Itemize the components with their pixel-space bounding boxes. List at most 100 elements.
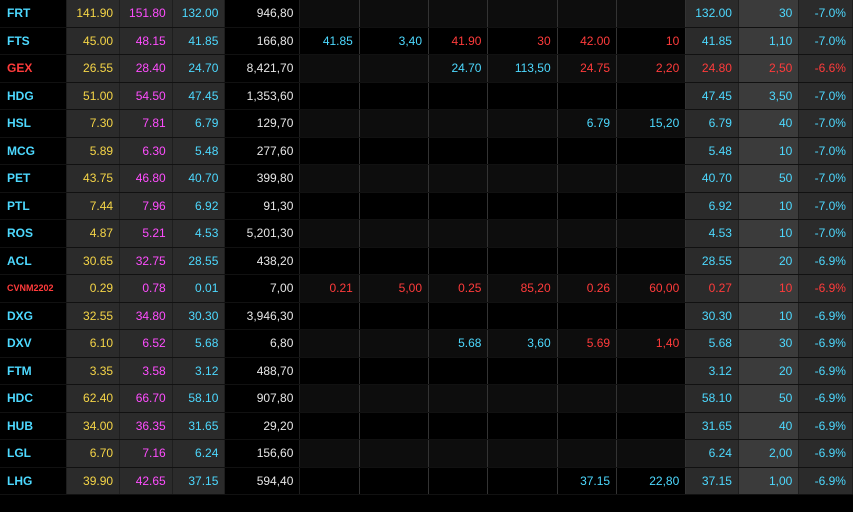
- match-price-cell: 5.48: [686, 137, 739, 164]
- ref-price-cell: 26.55: [67, 55, 121, 82]
- table-row[interactable]: ROS 4.87 5.21 4.53 5,201,30 4.53 10 -7.0%: [0, 220, 853, 248]
- bid2-price-cell: [429, 440, 489, 467]
- match-price-cell: 41.85: [686, 27, 739, 54]
- table-row[interactable]: DXG 32.55 34.80 30.30 3,946,30 30.30 10 -6.9%: [0, 302, 853, 330]
- symbol-cell[interactable]: PTL: [0, 192, 68, 219]
- bid1-price-cell: [557, 357, 618, 384]
- symbol-cell[interactable]: FTS: [0, 27, 68, 54]
- bid2-price-cell: [429, 412, 489, 439]
- table-row[interactable]: HUB 34.00 36.35 31.65 29,20 31.65 40 -6.9%: [0, 412, 853, 440]
- bid1-volume-cell: [617, 0, 687, 27]
- total-volume-cell: 3,946,30: [225, 302, 301, 329]
- match-volume-cell: 1,10: [738, 27, 800, 54]
- symbol-cell[interactable]: CVNM2202: [0, 275, 68, 302]
- table-row[interactable]: MCG 5.89 6.30 5.48 277,60 5.48 10 -7.0%: [0, 137, 853, 165]
- change-percent-cell: -6.9%: [799, 275, 853, 302]
- symbol-cell[interactable]: HDG: [0, 82, 68, 109]
- symbol-cell[interactable]: HSL: [0, 110, 68, 137]
- floor-price-cell: 37.15: [172, 467, 226, 494]
- match-volume-cell: 10: [738, 220, 800, 247]
- bid3-price-cell: [300, 357, 360, 384]
- table-row[interactable]: FTS 45.00 48.15 41.85 166,80 41.85 3,40 41.90 30…: [0, 27, 853, 55]
- ceiling-price-cell: 54.50: [120, 82, 173, 109]
- bid3-price-cell: [300, 412, 360, 439]
- symbol-cell[interactable]: PET: [0, 165, 68, 192]
- total-volume-cell: 594,40: [225, 467, 301, 494]
- symbol-cell[interactable]: GEX: [0, 55, 68, 82]
- bid1-volume-cell: [617, 385, 687, 412]
- bid2-volume-cell: [488, 110, 558, 137]
- bid3-price-cell: [300, 165, 360, 192]
- match-price-cell: 24.80: [686, 55, 739, 82]
- bid2-volume-cell: [488, 165, 558, 192]
- table-row[interactable]: HSL 7.30 7.81 6.79 129,70 6.79 15,20 6.79 40 -7.0…: [0, 110, 853, 138]
- table-row[interactable]: LGL 6.70 7.16 6.24 156,60 6.24 2,00 -6.9%: [0, 440, 853, 468]
- ceiling-price-cell: 0.78: [120, 275, 173, 302]
- bid1-price-cell: [557, 137, 618, 164]
- bid2-price-cell: [429, 82, 489, 109]
- table-row[interactable]: DXV 6.10 6.52 5.68 6,80 5.68 3,60 5.69 1,40 5.68 3…: [0, 330, 853, 358]
- floor-price-cell: 24.70: [172, 55, 226, 82]
- ref-price-cell: 45.00: [67, 27, 121, 54]
- change-percent-cell: -7.0%: [799, 137, 853, 164]
- bid2-price-cell: 24.70: [429, 55, 489, 82]
- ref-price-cell: 5.89: [67, 137, 121, 164]
- table-row[interactable]: FTM 3.35 3.58 3.12 488,70 3.12 20 -6.9%: [0, 357, 853, 385]
- match-price-cell: 47.45: [686, 82, 739, 109]
- bid1-volume-cell: [617, 357, 687, 384]
- symbol-cell[interactable]: LHG: [0, 467, 68, 494]
- table-row[interactable]: PTL 7.44 7.96 6.92 91,30 6.92 10 -7.0%: [0, 192, 853, 220]
- floor-price-cell: 41.85: [172, 27, 226, 54]
- table-row[interactable]: ACL 30.65 32.75 28.55 438,20 28.55 20 -6.9%: [0, 247, 853, 275]
- bid3-price-cell: [300, 0, 360, 27]
- symbol-cell[interactable]: DXG: [0, 302, 68, 329]
- ref-price-cell: 32.55: [67, 302, 121, 329]
- table-row[interactable]: PET 43.75 46.80 40.70 399,80 40.70 50 -7.0%: [0, 165, 853, 193]
- match-volume-cell: 10: [738, 275, 800, 302]
- change-percent-cell: -6.9%: [799, 357, 853, 384]
- table-row[interactable]: LHG 39.90 42.65 37.15 594,40 37.15 22,80 37.15 1…: [0, 467, 853, 495]
- symbol-cell[interactable]: MCG: [0, 137, 68, 164]
- bid1-price-cell: [557, 82, 618, 109]
- match-price-cell: 3.12: [686, 357, 739, 384]
- bid3-volume-cell: [359, 440, 430, 467]
- symbol-cell[interactable]: HDC: [0, 385, 68, 412]
- bid1-volume-cell: [617, 440, 687, 467]
- total-volume-cell: 946,80: [225, 0, 301, 27]
- symbol-cell[interactable]: FRT: [0, 0, 68, 27]
- ceiling-price-cell: 28.40: [120, 55, 173, 82]
- symbol-cell[interactable]: ROS: [0, 220, 68, 247]
- table-row[interactable]: FRT 141.90 151.80 132.00 946,80 132.00 30 -7.0%: [0, 0, 853, 28]
- match-price-cell: 37.15: [686, 467, 739, 494]
- bid3-volume-cell: [359, 110, 430, 137]
- ref-price-cell: 7.44: [67, 192, 121, 219]
- symbol-cell[interactable]: HUB: [0, 412, 68, 439]
- ceiling-price-cell: 42.65: [120, 467, 173, 494]
- table-row[interactable]: CVNM2202 0.29 0.78 0.01 7,00 0.21 5,00 0.25 85,2…: [0, 275, 853, 303]
- ref-price-cell: 39.90: [67, 467, 121, 494]
- change-percent-cell: -6.9%: [799, 467, 853, 494]
- change-percent-cell: -7.0%: [799, 27, 853, 54]
- table-row[interactable]: GEX 26.55 28.40 24.70 8,421,70 24.70 113,50 24.…: [0, 55, 853, 83]
- symbol-cell[interactable]: DXV: [0, 330, 68, 357]
- floor-price-cell: 40.70: [172, 165, 226, 192]
- total-volume-cell: 8,421,70: [225, 55, 301, 82]
- table-row[interactable]: HDG 51.00 54.50 47.45 1,353,60 47.45 3,50 -7.0%: [0, 82, 853, 110]
- total-volume-cell: 7,00: [225, 275, 301, 302]
- ceiling-price-cell: 48.15: [120, 27, 173, 54]
- symbol-cell[interactable]: LGL: [0, 440, 68, 467]
- match-volume-cell: 30: [738, 0, 800, 27]
- bid3-volume-cell: [359, 412, 430, 439]
- bid2-volume-cell: 85,20: [488, 275, 558, 302]
- bid3-volume-cell: [359, 357, 430, 384]
- floor-price-cell: 6.92: [172, 192, 226, 219]
- ceiling-price-cell: 151.80: [120, 0, 173, 27]
- bid3-price-cell: 41.85: [300, 27, 360, 54]
- match-price-cell: 4.53: [686, 220, 739, 247]
- symbol-cell[interactable]: FTM: [0, 357, 68, 384]
- table-row[interactable]: HDC 62.40 66.70 58.10 907,80 58.10 50 -6.9%: [0, 385, 853, 413]
- match-volume-cell: 50: [738, 385, 800, 412]
- symbol-cell[interactable]: ACL: [0, 247, 68, 274]
- bid1-volume-cell: [617, 412, 687, 439]
- ref-price-cell: 51.00: [67, 82, 121, 109]
